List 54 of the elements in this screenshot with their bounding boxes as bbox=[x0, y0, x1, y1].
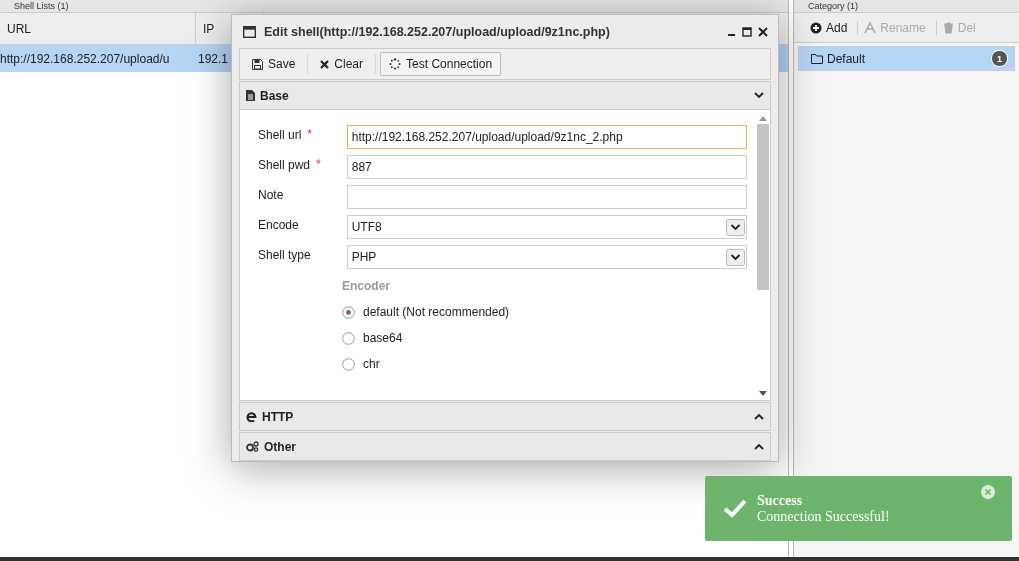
field-label: Shell pwd bbox=[258, 157, 311, 172]
input-field[interactable] bbox=[346, 185, 747, 209]
gears-icon bbox=[246, 441, 259, 452]
dropdown[interactable]: PHP bbox=[346, 245, 747, 269]
letter-e-icon bbox=[246, 411, 257, 422]
required-mark: * bbox=[306, 126, 314, 141]
spinner-icon bbox=[389, 58, 402, 70]
add-button[interactable]: Add bbox=[804, 20, 859, 35]
group-label: Encoder bbox=[342, 279, 391, 293]
dialog-title: Edit shell(http://192.168.252.207/upload/upload/9z1nc.php) bbox=[264, 24, 611, 39]
radio-label: chr bbox=[363, 357, 380, 371]
chevron-up-icon[interactable] bbox=[754, 443, 764, 450]
window-icon bbox=[243, 25, 256, 38]
section-header[interactable]: Other bbox=[239, 432, 771, 461]
scroll-up-icon[interactable] bbox=[759, 116, 768, 121]
scroll-down-icon[interactable] bbox=[759, 391, 768, 396]
field-label: Encode bbox=[258, 217, 299, 232]
field-label: Shell url bbox=[258, 127, 302, 142]
save-button[interactable]: Save bbox=[244, 53, 304, 75]
table-cell-text: 192.1 bbox=[198, 51, 230, 66]
radio-button[interactable] bbox=[342, 305, 355, 319]
toast-title: Success bbox=[757, 492, 804, 509]
input-field[interactable]: http://192.168.252.207/upload/upload/9z1nc_2.php bbox=[346, 125, 747, 149]
test-connection-button[interactable]: Test Connection bbox=[380, 52, 502, 76]
plus-circle-icon bbox=[810, 21, 822, 34]
check-icon bbox=[723, 499, 747, 518]
radio-label: default (Not recommended) bbox=[363, 305, 510, 319]
chevron-up-icon[interactable] bbox=[754, 413, 764, 420]
table-cell-text: http://192.168.252.207/upload/u bbox=[0, 51, 171, 66]
section-header[interactable]: HTTP bbox=[239, 402, 771, 431]
required-mark: * bbox=[315, 156, 322, 171]
field-label: Note bbox=[258, 187, 284, 202]
cross-icon bbox=[320, 59, 330, 69]
maximize-icon[interactable] bbox=[742, 26, 752, 37]
field-label: Shell type bbox=[258, 247, 311, 262]
folder-icon bbox=[811, 53, 823, 64]
toast-message: Connection Successful! bbox=[757, 508, 890, 525]
count-badge: 1 bbox=[991, 50, 1008, 67]
clear-button[interactable]: Clear bbox=[312, 53, 372, 75]
radio-button[interactable] bbox=[342, 331, 355, 345]
close-icon[interactable] bbox=[758, 26, 768, 37]
dropdown[interactable]: UTF8 bbox=[346, 215, 747, 239]
radio-label: base64 bbox=[363, 331, 403, 345]
column-header[interactable]: URL bbox=[0, 13, 196, 44]
category-item[interactable]: Default 1 bbox=[798, 46, 1015, 71]
letter-a-icon bbox=[864, 21, 877, 34]
document-icon bbox=[246, 90, 255, 101]
panel-title: Shell Lists (1) bbox=[14, 1, 69, 12]
panel-title: Category (1) bbox=[808, 1, 859, 12]
chevron-down-icon[interactable] bbox=[754, 92, 764, 99]
radio-button[interactable] bbox=[342, 357, 355, 371]
trash-icon bbox=[942, 21, 954, 34]
input-field[interactable]: 887 bbox=[346, 155, 747, 179]
section-header[interactable]: Base bbox=[239, 81, 771, 110]
